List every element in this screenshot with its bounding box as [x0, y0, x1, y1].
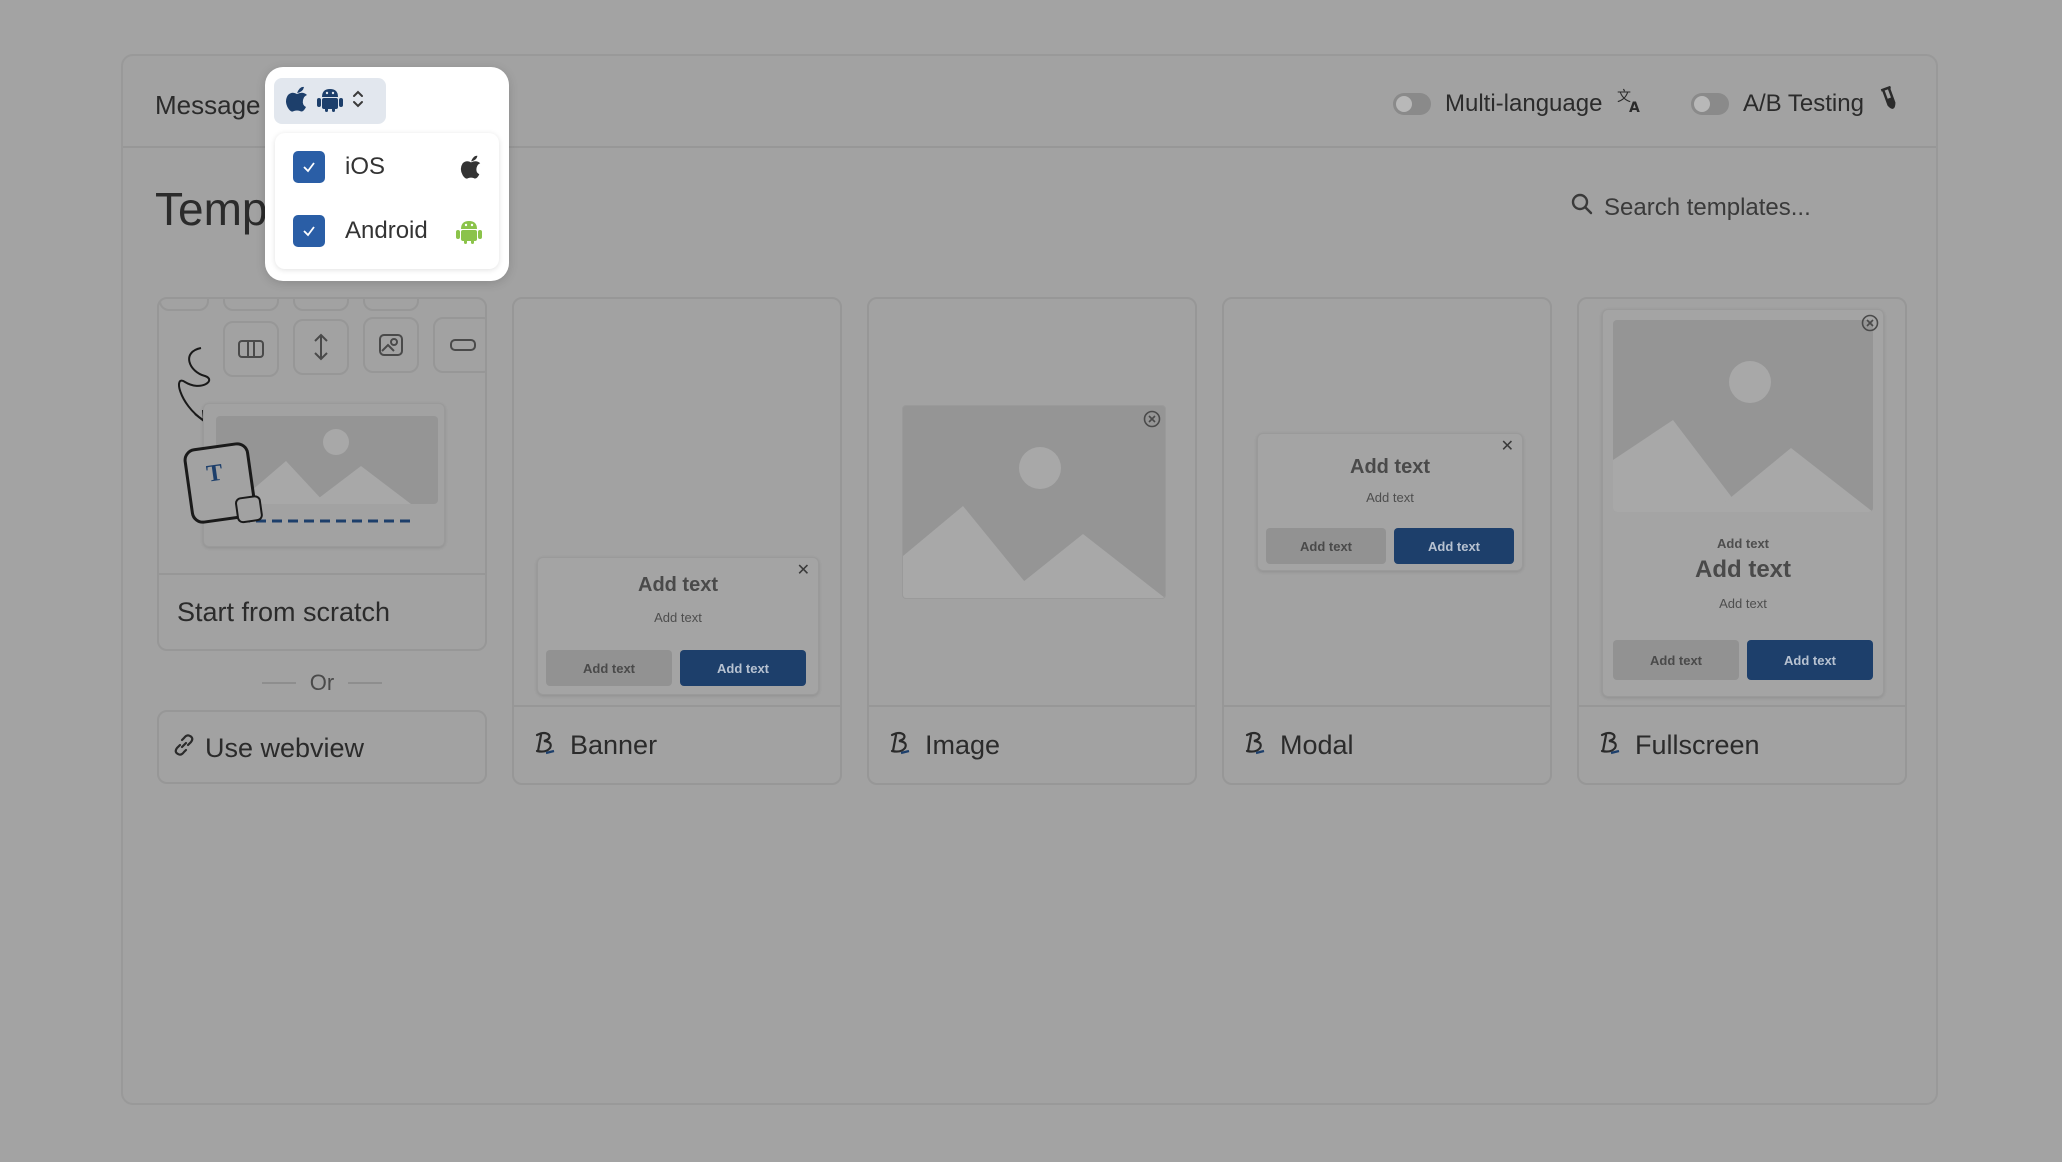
columns-icon [223, 321, 279, 377]
modal-sub: Add text [1366, 490, 1414, 505]
banner-title: Add text [638, 574, 718, 596]
close-icon: ✕ [1500, 438, 1514, 455]
modal-title: Add text [1350, 456, 1430, 478]
modal-preview: ✕ Add text Add text Add text Add text [1257, 433, 1523, 571]
close-circle-icon [1861, 314, 1879, 337]
banner-secondary-button: Add text [546, 650, 672, 686]
braze-icon [1597, 729, 1623, 762]
fullscreen-title: Add text [1695, 556, 1791, 583]
banner-footer: Banner [514, 705, 840, 783]
platform-option-ios[interactable]: iOS [293, 147, 483, 187]
banner-template-card[interactable]: ✕ Add text Add text Add text Add text Ba… [512, 297, 842, 785]
braze-icon [887, 729, 913, 762]
image-preview [902, 405, 1166, 599]
fullscreen-sub: Add text [1719, 596, 1767, 611]
platform-menu: iOS Android [275, 133, 499, 269]
image-template-card[interactable]: Image [867, 297, 1197, 785]
search-templates[interactable]: Search templates... [1570, 192, 1811, 223]
webview-label: Use webview [205, 733, 365, 763]
translate-icon: 文A [1616, 86, 1644, 121]
platform-popover: iOS Android [265, 67, 509, 281]
banner-sub: Add text [654, 610, 702, 625]
chevron-up-down-icon [350, 88, 366, 115]
modal-primary-button: Add text [1394, 528, 1514, 564]
apple-icon [459, 153, 483, 188]
message-title: Message [155, 90, 261, 120]
fullscreen-label: Fullscreen [1635, 729, 1760, 760]
ios-label: iOS [345, 153, 386, 180]
search-icon [1570, 192, 1594, 223]
partial-tile-icon [223, 299, 279, 311]
partial-tile-icon [363, 299, 419, 311]
close-circle-icon [1143, 410, 1161, 433]
image-placeholder [1613, 320, 1873, 512]
fullscreen-secondary-button: Add text [1613, 640, 1739, 680]
modal-secondary-button: Add text [1266, 528, 1386, 564]
modal-footer: Modal [1224, 705, 1550, 783]
ab-testing-toggle[interactable] [1691, 92, 1729, 115]
banner-primary-button: Add text [680, 650, 806, 686]
android-icon [316, 85, 344, 118]
multi-language-label: Multi-language [1445, 89, 1603, 117]
image-label: Image [925, 729, 1001, 760]
scratch-label: Start from scratch [177, 596, 391, 627]
text-tool-icon: T [182, 440, 264, 526]
partial-tile-icon [293, 299, 349, 311]
scratch-footer: Start from scratch [159, 573, 485, 649]
multi-language-toggle[interactable] [1393, 92, 1431, 115]
ios-checkbox[interactable] [293, 151, 325, 183]
platform-option-android[interactable]: Android [293, 211, 483, 251]
image-footer: Image [869, 705, 1195, 783]
ab-testing-label: A/B Testing [1743, 89, 1864, 117]
platform-selector-button[interactable] [274, 78, 386, 124]
apple-icon [284, 85, 310, 118]
ab-testing-group: A/B Testing [1691, 85, 1902, 121]
modal-label: Modal [1280, 729, 1354, 760]
image-block-icon [363, 317, 419, 373]
button-block-icon [433, 317, 485, 373]
partial-tile-icon [159, 299, 209, 311]
braze-icon [1242, 729, 1268, 762]
fullscreen-eyebrow: Add text [1717, 536, 1769, 551]
start-from-scratch-card[interactable]: T Start from scratch [157, 297, 487, 651]
or-divider: Or [157, 670, 487, 696]
svg-text:A: A [1629, 100, 1640, 114]
modal-template-card[interactable]: ✕ Add text Add text Add text Add text Mo… [1222, 297, 1552, 785]
multi-language-group: Multi-language 文A [1393, 86, 1644, 121]
fullscreen-preview: Add text Add text Add text Add text Add … [1602, 309, 1884, 697]
spacer-icon [293, 319, 349, 375]
link-icon [171, 732, 197, 765]
braze-icon [532, 729, 558, 762]
android-icon [455, 217, 483, 252]
fullscreen-template-card[interactable]: Add text Add text Add text Add text Add … [1577, 297, 1907, 785]
android-checkbox[interactable] [293, 215, 325, 247]
banner-label: Banner [570, 729, 658, 760]
search-input[interactable]: Search templates... [1604, 194, 1811, 222]
test-tube-icon [1878, 85, 1902, 121]
or-label: Or [309, 670, 335, 695]
fullscreen-footer: Fullscreen [1579, 705, 1905, 783]
android-label: Android [345, 217, 428, 244]
use-webview-card[interactable]: Use webview [157, 710, 487, 784]
banner-preview: ✕ Add text Add text Add text Add text [537, 557, 819, 695]
fullscreen-primary-button: Add text [1747, 640, 1873, 680]
